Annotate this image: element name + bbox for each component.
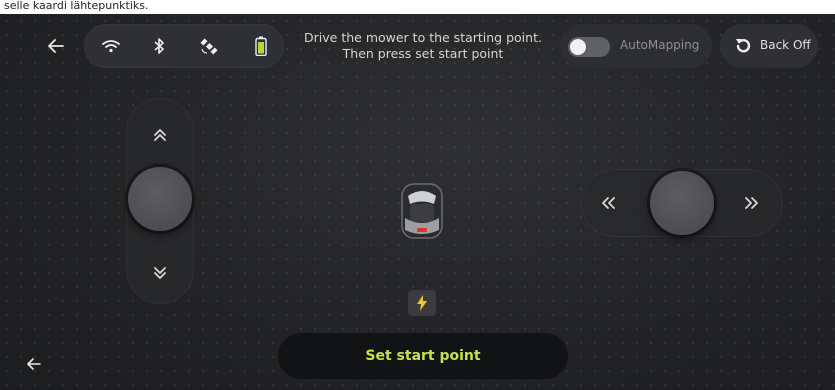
arrow-left-icon [48,39,64,53]
vertical-joystick[interactable] [126,98,194,304]
bluetooth-icon [146,24,172,68]
charging-station-icon [408,290,436,316]
double-chevron-down-icon[interactable] [153,266,167,284]
back-button[interactable] [42,32,70,60]
undo-icon [736,39,751,53]
automapping-control: AutoMapping [560,24,712,68]
double-chevron-right-icon[interactable] [743,196,759,214]
horizontal-joystick[interactable] [581,169,783,237]
arrow-left-icon [27,358,41,370]
back-off-label: Back Off [760,38,811,52]
bottom-back-button[interactable] [22,352,46,376]
back-off-button[interactable]: Back Off [720,24,818,68]
double-chevron-left-icon[interactable] [601,196,617,214]
battery-icon [248,24,274,68]
automapping-toggle[interactable] [568,37,610,57]
automapping-label: AutoMapping [620,38,700,52]
mower-icon [401,183,443,239]
wifi-icon [98,24,124,68]
vertical-joystick-knob[interactable] [128,167,192,231]
toggle-knob [570,39,586,55]
set-start-point-button[interactable]: Set start point [278,333,568,379]
horizontal-joystick-knob[interactable] [650,171,714,235]
lightning-icon [417,295,427,311]
mapping-screen: Drive the mower to the starting point. T… [0,14,835,390]
instruction-line-2: Then press set start point [342,46,504,61]
double-chevron-up-icon[interactable] [153,128,167,146]
top-bar: Drive the mower to the starting point. T… [0,14,835,74]
satellite-icon [196,24,222,68]
connectivity-status-pill [84,24,284,68]
instruction-text: Drive the mower to the starting point. T… [286,30,560,62]
instruction-line-1: Drive the mower to the starting point. [304,30,542,45]
